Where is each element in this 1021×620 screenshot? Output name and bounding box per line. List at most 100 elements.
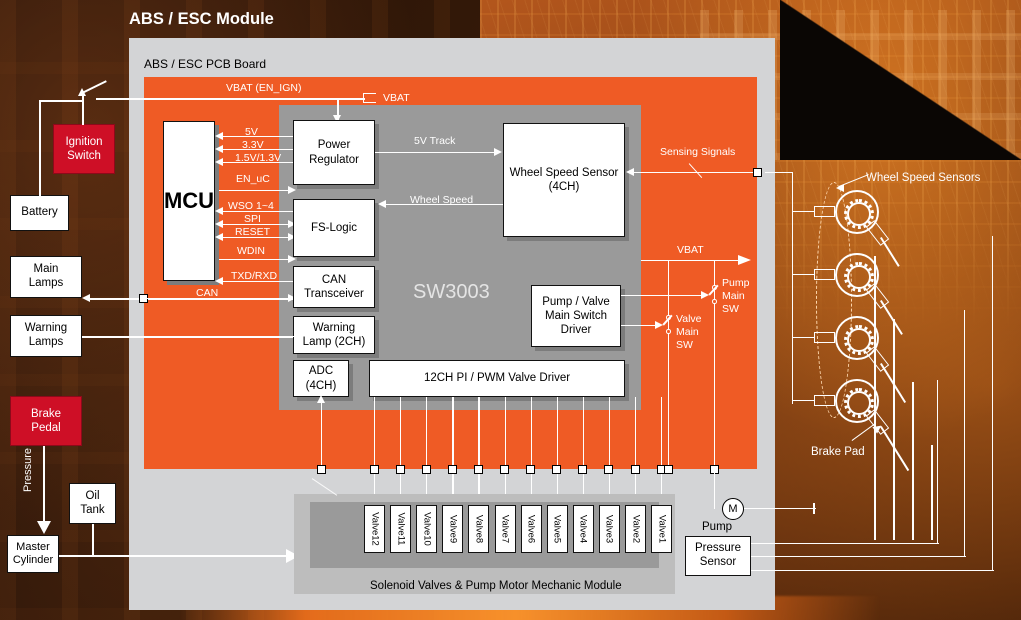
pump-valve-main-switch-driver-block[interactable]: Pump / Valve Main Switch Driver xyxy=(531,285,621,347)
arrow-ignition-up xyxy=(78,88,86,96)
wire-sensing-signals xyxy=(632,172,757,174)
connector-adc xyxy=(316,465,326,474)
wire-bus-to-sensor xyxy=(792,274,815,276)
wire-pump-main-branch xyxy=(714,260,716,472)
valve-box[interactable]: Valve8 xyxy=(468,505,490,553)
power-regulator-block[interactable]: Power Regulator xyxy=(293,120,375,185)
wire-adc-down xyxy=(321,397,323,469)
main-lamps-label: Main Lamps xyxy=(28,263,64,289)
valve-box[interactable]: Valve12 xyxy=(364,505,385,553)
wire-to-pump-sw xyxy=(621,295,704,297)
valve-sw-node-bottom xyxy=(666,329,671,334)
brake-pedal-block[interactable]: Brake Pedal xyxy=(10,396,82,446)
valve-box-label: Valve3 xyxy=(603,514,615,544)
pump-valve-driver-label: Pump / Valve Main Switch Driver xyxy=(542,295,610,336)
wire-sensor-bus-vert xyxy=(792,172,794,404)
pump-motor-symbol[interactable]: M xyxy=(722,498,744,520)
arrow-adc-up xyxy=(317,395,325,403)
arrow-to-pump-sw xyxy=(701,291,709,299)
signal-wheel-speed-label: Wheel Speed xyxy=(410,194,474,206)
wire-valve-driver-to-connector xyxy=(582,397,585,469)
signal-spi-label: SPI xyxy=(244,213,261,225)
connector-valve xyxy=(369,465,379,474)
fs-logic-block[interactable]: FS-Logic xyxy=(293,199,375,257)
battery-label: Battery xyxy=(21,206,58,219)
arrow-5v xyxy=(215,132,223,140)
power-regulator-label: Power Regulator xyxy=(309,139,359,166)
signal-en-uc-label: EN_uC xyxy=(236,173,270,185)
valve-box[interactable]: Valve1 xyxy=(651,505,673,553)
connector-main-switch xyxy=(663,465,673,474)
wire-valve-driver-to-connector xyxy=(530,397,532,469)
wire-brake-pressure xyxy=(43,446,45,524)
wire-valve-driver-to-connector xyxy=(374,397,376,469)
pump-motor-letter: M xyxy=(728,503,738,515)
valve-box-label: Valve11 xyxy=(395,512,407,546)
valve-box[interactable]: Valve7 xyxy=(494,505,516,553)
wire-ps-2 xyxy=(751,556,966,558)
valve-main-sw-label: Valve Main SW xyxy=(676,313,702,352)
battery-block[interactable]: Battery xyxy=(10,195,69,231)
connector-valve xyxy=(578,465,588,474)
adc-4ch-block[interactable]: ADC (4CH) xyxy=(293,360,349,397)
arrow-sensing-signals xyxy=(626,168,634,176)
arrow-reset xyxy=(215,233,223,241)
mcu-block[interactable]: MCU xyxy=(163,121,215,281)
pressure-sensor-block[interactable]: Pressure Sensor xyxy=(685,536,751,576)
fs-logic-label: FS-Logic xyxy=(310,221,358,234)
wire-bus-to-sensor xyxy=(792,337,815,339)
vbat-terminal-top xyxy=(363,93,376,103)
connector-valve xyxy=(395,465,405,474)
connector-valve xyxy=(447,465,457,474)
valve-box-label: Valve7 xyxy=(499,514,511,544)
vbat-rail-terminal xyxy=(738,255,751,265)
ignition-switch-label: Ignition Switch xyxy=(65,135,103,162)
valve-box[interactable]: Valve2 xyxy=(625,505,646,553)
warning-lamp-2ch-block[interactable]: Warning Lamp (2CH) xyxy=(293,316,375,354)
valve-box[interactable]: Valve3 xyxy=(598,505,620,553)
wire-master-cylinder-to-valves xyxy=(59,555,290,557)
mcu-label: MCU xyxy=(163,187,215,213)
wire-valve-driver-to-connector xyxy=(504,397,506,469)
warning-lamps-block[interactable]: Warning Lamps xyxy=(10,315,82,357)
arrow-main-lamps xyxy=(82,294,90,302)
arrow-brake-pressure-down xyxy=(37,521,51,534)
wire-valve-driver-to-connector xyxy=(478,397,480,469)
connector-valve xyxy=(421,465,431,474)
main-lamps-block[interactable]: Main Lamps xyxy=(10,256,82,298)
wss-leader-arrow xyxy=(836,184,844,192)
valve-box-label: Valve4 xyxy=(577,514,589,544)
wheel-sensor-pickup xyxy=(814,269,835,280)
connector-valve xyxy=(473,465,483,474)
ignition-switch-block[interactable]: Ignition Switch xyxy=(53,124,115,174)
can-transceiver-block[interactable]: CAN Transceiver xyxy=(293,266,375,308)
connector-valve xyxy=(604,465,614,474)
valve-box[interactable]: Valve10 xyxy=(416,505,438,553)
wire-pad-harness-vertical xyxy=(893,319,895,540)
signal-reset-label: RESET xyxy=(235,226,271,238)
valve-box[interactable]: Valve5 xyxy=(546,505,568,553)
can-transceiver-label: CAN Transceiver xyxy=(304,273,364,300)
oil-tank-block[interactable]: Oil Tank xyxy=(69,483,116,524)
valve-box[interactable]: Valve9 xyxy=(442,505,464,553)
valve-box[interactable]: Valve6 xyxy=(520,505,542,553)
brake-pedal-label: Brake Pedal xyxy=(30,407,62,434)
pressure-label: Pressure xyxy=(22,447,34,492)
wheel-sensor-pickup xyxy=(814,395,835,406)
arrow-spi-l xyxy=(215,220,223,228)
signal-5v-track-label: 5V Track xyxy=(414,135,456,147)
wire-brakeline-tick xyxy=(813,503,815,514)
adc-4ch-label: ADC (4CH) xyxy=(305,365,337,392)
wire-warning-lamp-out xyxy=(290,336,294,338)
wire-valve-driver-to-connector xyxy=(635,397,637,469)
connector-valve xyxy=(526,465,536,474)
master-cylinder-block[interactable]: Master Cylinder xyxy=(7,535,59,573)
master-cylinder-label: Master Cylinder xyxy=(12,540,54,566)
wheel-speed-sensor-4ch-block[interactable]: Wheel Speed Sensor (4CH) xyxy=(503,123,625,237)
arrow-to-valve-sw xyxy=(655,321,663,329)
wire-5v xyxy=(222,136,300,138)
vbat-rail-label: VBAT xyxy=(677,244,704,256)
valve-box[interactable]: Valve4 xyxy=(572,505,594,553)
valve-driver-block[interactable]: 12CH PI / PWM Valve Driver xyxy=(369,360,625,397)
valve-box[interactable]: Valve11 xyxy=(390,505,412,553)
